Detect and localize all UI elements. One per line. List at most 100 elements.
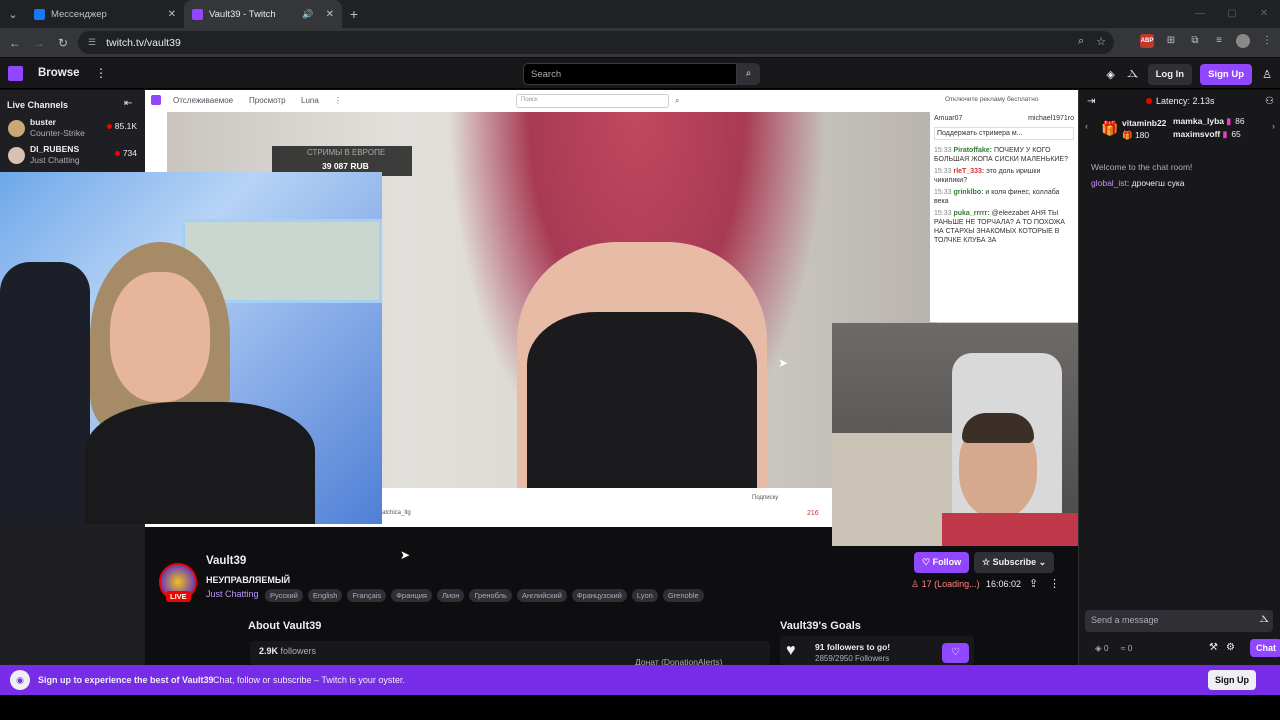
tag[interactable]: English: [307, 589, 343, 602]
zoom-icon[interactable]: ⌕: [1078, 35, 1084, 48]
sidebar-channel-di-rubens[interactable]: DI_RUBENS Just Chatting 734: [0, 143, 145, 169]
chat-send-button[interactable]: Chat: [1250, 639, 1280, 657]
goal-follow-button[interactable]: ♡: [942, 643, 969, 663]
login-button[interactable]: Log In: [1147, 64, 1193, 85]
bookmark-star-icon[interactable]: ☆: [1096, 35, 1106, 48]
inner-twitch-logo-icon: [151, 95, 161, 105]
close-tab-icon[interactable]: ✕: [326, 9, 334, 20]
guest-hair: [962, 413, 1034, 443]
reload-icon[interactable]: ↻: [51, 36, 75, 50]
tag[interactable]: Франция: [391, 589, 432, 602]
signup-button[interactable]: Sign Up: [1200, 64, 1252, 85]
twitch-logo-icon[interactable]: [8, 66, 23, 81]
close-tab-icon[interactable]: ✕: [168, 9, 176, 20]
channel-name[interactable]: Vault39: [206, 555, 246, 567]
minimize-icon[interactable]: —: [1184, 0, 1216, 28]
tag[interactable]: Английский: [516, 589, 567, 602]
tag[interactable]: Лион: [436, 589, 465, 602]
crown-icon[interactable]: ◈: [1104, 68, 1118, 81]
stream-title: НЕУПРАВЛЯЕМЫЙ: [206, 575, 291, 585]
scene-top: [527, 312, 757, 488]
gift-leaderboard: ‹ 🎁 vitaminb22 🎁 180 mamka_lyba ▮ 86 maxi…: [1079, 113, 1280, 143]
inner-chat-line: 15:33 grinklbo: и коля финес, коллаба ве…: [934, 189, 1060, 205]
tab-title: Vault39 - Twitch: [209, 8, 276, 20]
twitch-top-nav: Browse ⋮ Search ⌕ ◈ Ⲇ Log In Sign Up ♙: [0, 58, 1280, 89]
share-icon[interactable]: ⇪: [1029, 577, 1038, 590]
live-badge: LIVE: [166, 591, 191, 602]
avatar: [8, 147, 25, 164]
inner-chat: Amuar07 michael1971ro Поддержать стример…: [930, 112, 1078, 322]
tag[interactable]: Гренобль: [469, 589, 512, 602]
address-bar-row: ← → ↻ ☰ twitch.tv/vault39 ⌕ ☆ ABP ⊞ ⧉ ≡ …: [0, 28, 1280, 57]
community-icon[interactable]: ⚇: [1265, 96, 1274, 107]
search-icon[interactable]: ⌕: [737, 63, 760, 85]
tag[interactable]: Français: [347, 589, 387, 602]
site-info-icon[interactable]: ☰: [88, 37, 96, 48]
tag[interactable]: Grenoble: [662, 589, 704, 602]
twitch-favicon-icon: [192, 8, 203, 20]
search-input[interactable]: Search: [523, 63, 737, 85]
live-channels-heading: Live Channels: [7, 100, 69, 110]
tab-search-icon[interactable]: ⌄: [0, 0, 26, 28]
subscribe-button[interactable]: ☆ Subscribe ⌄: [974, 552, 1055, 573]
extensions: ABP ⊞ ⧉ ≡ ⋮: [1140, 34, 1274, 48]
banner-title: Sign up to experience the best of Vault3…: [38, 675, 214, 685]
collapse-chat-icon[interactable]: ⇥: [1087, 96, 1095, 107]
avatar: [8, 120, 25, 137]
prev-arrow-icon[interactable]: ‹: [1085, 121, 1088, 131]
maximize-icon[interactable]: ▢: [1216, 0, 1248, 28]
mouse-cursor-icon: ➤: [778, 356, 789, 370]
stream-uptime: 16:06:02: [986, 579, 1022, 589]
browser-menu-icon[interactable]: ⋮: [1260, 34, 1274, 48]
follow-button[interactable]: ♡ Follow: [914, 552, 970, 573]
new-tab-icon[interactable]: +: [342, 6, 366, 22]
person-icon: ♙: [911, 579, 920, 589]
forward-icon[interactable]: →: [27, 36, 51, 50]
tag[interactable]: Французский: [571, 589, 627, 602]
extension-icon[interactable]: ⊞: [1164, 34, 1178, 48]
url-bar[interactable]: ☰ twitch.tv/vault39 ⌕ ☆: [78, 31, 1114, 54]
chat-input[interactable]: Send a message Ⲇ: [1085, 610, 1273, 632]
next-arrow-icon[interactable]: ›: [1272, 121, 1275, 131]
banner-text: Chat, follow or subscribe – Twitch is yo…: [213, 675, 405, 685]
settings-gear-icon[interactable]: ⚙: [1226, 642, 1235, 653]
window-controls: — ▢ ✕: [1184, 0, 1280, 28]
channel-game: Counter-Strike: [30, 128, 85, 138]
speaker-icon[interactable]: 🔊: [302, 9, 313, 20]
back-icon[interactable]: ←: [3, 36, 27, 50]
tag[interactable]: Русский: [265, 589, 303, 602]
profile-avatar-icon[interactable]: [1236, 34, 1250, 48]
translate-icon[interactable]: Ⲇ: [1126, 68, 1140, 81]
emote-icon[interactable]: Ⲇ: [1259, 614, 1269, 625]
close-window-icon[interactable]: ✕: [1248, 0, 1280, 28]
tab-twitch[interactable]: Vault39 - Twitch 🔊 ✕: [184, 0, 342, 28]
heart-icon: ♥: [786, 642, 796, 659]
bits-icon[interactable]: ⚒: [1209, 642, 1218, 653]
star-icon: ☆: [982, 557, 991, 567]
viewer-count: 734: [114, 148, 137, 158]
inner-nav-browse: Просмотр: [249, 96, 286, 105]
goal-progress: 2859/2950 Followers: [815, 654, 890, 663]
media-icon[interactable]: ≡: [1212, 34, 1226, 48]
banner-signup-button[interactable]: Sign Up: [1208, 670, 1256, 690]
latency-indicator: Latency: 2.13s: [1146, 96, 1215, 106]
channel-name: DI_RUBENS: [30, 144, 80, 154]
more-options-icon[interactable]: ⋮: [1049, 577, 1060, 590]
tag-list: Русский English Français Франция Лион Гр…: [265, 589, 704, 602]
more-menu-icon[interactable]: ⋮: [95, 66, 107, 80]
chat-message: global_ist: дрочегш сука: [1091, 178, 1185, 188]
browse-link[interactable]: Browse: [38, 67, 80, 79]
inner-more-icon: ⋮: [334, 96, 342, 105]
puzzle-icon[interactable]: ⧉: [1188, 34, 1202, 48]
guest-shirt: [942, 513, 1078, 546]
leader-score: 🎁 180: [1122, 130, 1150, 140]
collapse-sidebar-icon[interactable]: ⇤: [124, 98, 132, 109]
adblock-icon[interactable]: ABP: [1140, 34, 1154, 48]
category-link[interactable]: Just Chatting: [206, 589, 259, 599]
tag[interactable]: Lyon: [631, 589, 658, 602]
user-icon[interactable]: ♙: [1260, 68, 1274, 81]
donation-title: СТРИМЫ В ЕВРОПЕ: [307, 148, 386, 157]
tab-messenger[interactable]: Мессенджер ✕: [26, 0, 184, 28]
sidebar-channel-buster[interactable]: buster Counter-Strike 85.1K: [0, 116, 145, 142]
inner-stream-nav: Отслеживаемое Просмотр Luna ⋮ Поиск ⌕ От…: [145, 90, 1078, 112]
